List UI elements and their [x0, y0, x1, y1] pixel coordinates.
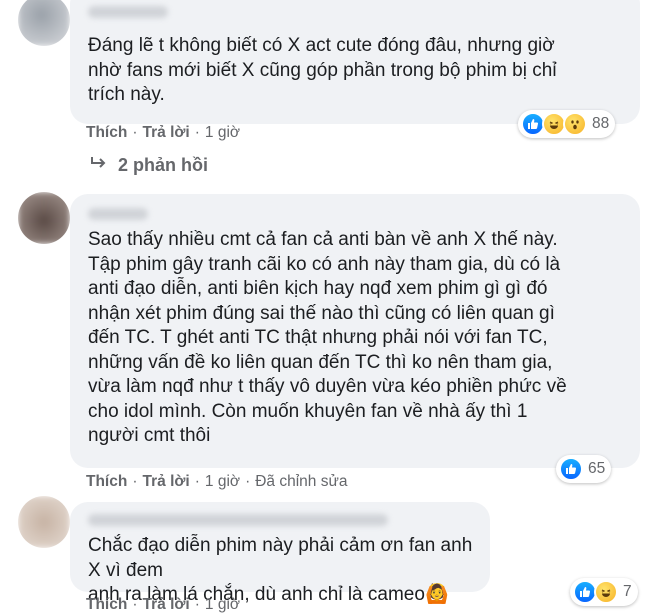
haha-icon [594, 580, 618, 604]
author-name[interactable] [88, 208, 148, 220]
comment-actions: Thích · Trả lời · 1 giờ [86, 124, 240, 142]
person-gesturing-ok-emoji: 🙆 [424, 584, 449, 605]
comment-bubble: Chắc đạo diễn phim này phải cảm ơn fan a… [70, 502, 490, 605]
wow-icon [563, 112, 587, 136]
comment-text: Đáng lẽ t không biết có X act cute đóng … [88, 35, 557, 105]
like-button[interactable]: Thích [86, 473, 127, 491]
reaction-count: 65 [588, 460, 606, 477]
like-button[interactable]: Thích [86, 124, 127, 142]
timestamp[interactable]: 1 giờ [205, 596, 240, 614]
separator: · [194, 596, 200, 613]
reply-arrow-icon [90, 155, 108, 176]
edited-label: Đã chỉnh sửa [255, 473, 348, 490]
reaction-summary[interactable]: 65 [556, 455, 612, 483]
avatar[interactable] [18, 496, 70, 548]
reaction-summary[interactable]: 88 [518, 110, 616, 138]
like-icon [559, 457, 583, 481]
reply-button[interactable]: Trả lời [143, 473, 190, 491]
comment-bubble: Đáng lẽ t không biết có X act cute đóng … [70, 0, 640, 124]
reaction-count: 7 [623, 583, 632, 600]
author-name[interactable] [88, 514, 388, 526]
comment-bubble: Sao thấy nhiều cmt cả fan cả anti bàn về… [70, 194, 640, 468]
separator: · [132, 473, 138, 490]
comment-actions: Thích · Trả lời · 1 giờ [86, 596, 240, 614]
author-name[interactable] [88, 6, 168, 18]
timestamp[interactable]: 1 giờ [205, 473, 240, 491]
view-replies-link[interactable]: 2 phản hồi [90, 155, 208, 176]
separator: · [194, 473, 200, 490]
separator: · [245, 473, 251, 490]
reply-button[interactable]: Trả lời [143, 596, 190, 614]
comment-text: Sao thấy nhiều cmt cả fan cả anti bàn về… [88, 229, 567, 446]
like-button[interactable]: Thích [86, 596, 127, 614]
reply-button[interactable]: Trả lời [143, 124, 190, 142]
separator: · [132, 124, 138, 141]
comment-text-body: Chắc đạo diễn phim này phải cảm ơn fan a… [88, 535, 473, 605]
avatar[interactable] [18, 192, 70, 244]
separator: · [194, 124, 200, 141]
timestamp[interactable]: 1 giờ [205, 124, 240, 142]
replies-count-label: 2 phản hồi [118, 155, 208, 175]
separator: · [132, 596, 138, 613]
reaction-summary[interactable]: 7 [570, 578, 638, 606]
comment-actions: Thích · Trả lời · 1 giờ · Đã chỉnh sửa [86, 473, 347, 491]
avatar[interactable] [18, 0, 70, 46]
reaction-count: 88 [592, 115, 610, 132]
